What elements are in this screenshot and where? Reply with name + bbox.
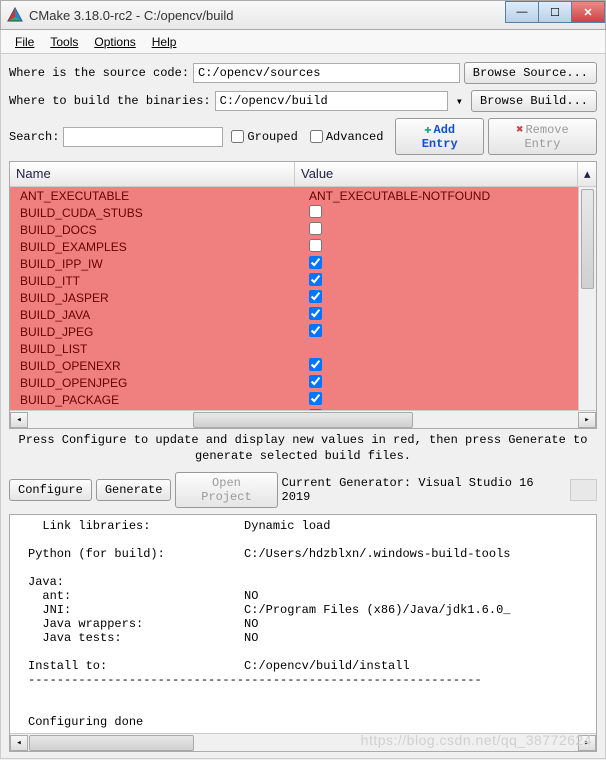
add-entry-button[interactable]: ✚Add Entry (395, 118, 483, 155)
menubar: File Tools Options Help (0, 30, 606, 54)
browse-source-button[interactable]: Browse Source... (464, 62, 597, 84)
menu-file[interactable]: File (7, 32, 42, 52)
log-text[interactable]: Link libraries: Dynamic load Python (for… (10, 515, 596, 733)
scroll-right-icon[interactable]: ▸ (578, 412, 596, 428)
plus-icon: ✚ (424, 123, 431, 137)
blank-button (570, 479, 597, 501)
cell-value[interactable] (295, 273, 578, 289)
cell-name: ANT_EXECUTABLE (10, 189, 295, 203)
scroll-up-icon[interactable]: ▴ (578, 162, 596, 186)
table-row[interactable]: BUILD_CUDA_STUBS (10, 204, 578, 221)
cell-name: BUILD_EXAMPLES (10, 240, 295, 254)
value-checkbox[interactable] (309, 358, 322, 371)
value-checkbox[interactable] (309, 239, 322, 252)
cell-value[interactable] (295, 222, 578, 238)
dropdown-icon[interactable]: ▾ (452, 94, 467, 109)
table-row[interactable]: BUILD_JPEG (10, 323, 578, 340)
open-project-button[interactable]: Open Project (175, 472, 277, 508)
cell-value[interactable] (295, 375, 578, 391)
cell-value[interactable] (295, 205, 578, 221)
browse-build-button[interactable]: Browse Build... (471, 90, 597, 112)
x-icon: ✖ (516, 123, 523, 137)
hint-text: Press Configure to update and display ne… (9, 433, 597, 464)
cmake-icon (7, 7, 23, 23)
build-input[interactable] (215, 91, 448, 111)
config-table: Name Value ▴ ANT_EXECUTABLEANT_EXECUTABL… (9, 161, 597, 429)
search-input[interactable] (63, 127, 223, 147)
watermark: https://blog.csdn.net/qq_38772624 (361, 732, 592, 748)
table-row[interactable]: BUILD_JASPER (10, 289, 578, 306)
configure-button[interactable]: Configure (9, 479, 92, 501)
cell-value[interactable] (295, 256, 578, 272)
cell-name: BUILD_OPENJPEG (10, 376, 295, 390)
build-label: Where to build the binaries: (9, 94, 211, 108)
cell-value[interactable] (295, 290, 578, 306)
menu-options[interactable]: Options (86, 32, 143, 52)
cell-name: BUILD_JAVA (10, 308, 295, 322)
table-row[interactable]: BUILD_ITT (10, 272, 578, 289)
cell-name: BUILD_ITT (10, 274, 295, 288)
advanced-checkbox[interactable]: Advanced (310, 130, 384, 144)
cell-value[interactable] (295, 307, 578, 323)
vertical-scrollbar[interactable] (578, 187, 596, 410)
titlebar: CMake 3.18.0-rc2 - C:/opencv/build — ☐ ✕ (0, 0, 606, 30)
cell-name: BUILD_LIST (10, 342, 295, 356)
cell-name: BUILD_CUDA_STUBS (10, 206, 295, 220)
maximize-button[interactable]: ☐ (538, 1, 572, 23)
scroll-left-icon[interactable]: ◂ (10, 412, 28, 428)
table-row[interactable]: BUILD_LIST (10, 340, 578, 357)
value-checkbox[interactable] (309, 307, 322, 320)
cell-name: BUILD_PACKAGE (10, 393, 295, 407)
scroll-left-icon[interactable]: ◂ (10, 735, 28, 751)
table-row[interactable]: BUILD_OPENEXR (10, 357, 578, 374)
table-row[interactable]: ANT_EXECUTABLEANT_EXECUTABLE-NOTFOUND (10, 187, 578, 204)
cell-value[interactable] (295, 392, 578, 408)
content: Where is the source code: Browse Source.… (0, 54, 606, 759)
table-row[interactable]: BUILD_PACKAGE (10, 391, 578, 408)
window-buttons: — ☐ ✕ (506, 1, 605, 23)
close-button[interactable]: ✕ (571, 1, 605, 23)
value-checkbox[interactable] (309, 324, 322, 337)
value-checkbox[interactable] (309, 273, 322, 286)
table-row[interactable]: BUILD_IPP_IW (10, 255, 578, 272)
grouped-checkbox[interactable]: Grouped (231, 130, 297, 144)
cell-name: BUILD_OPENEXR (10, 359, 295, 373)
column-value[interactable]: Value (295, 162, 578, 186)
menu-help[interactable]: Help (144, 32, 185, 52)
window-title: CMake 3.18.0-rc2 - C:/opencv/build (29, 8, 233, 23)
source-label: Where is the source code: (9, 66, 189, 80)
menu-tools[interactable]: Tools (42, 32, 86, 52)
value-checkbox[interactable] (309, 375, 322, 388)
value-checkbox[interactable] (309, 392, 322, 405)
table-row[interactable]: BUILD_DOCS (10, 221, 578, 238)
cell-name: BUILD_IPP_IW (10, 257, 295, 271)
table-body: ANT_EXECUTABLEANT_EXECUTABLE-NOTFOUNDBUI… (10, 187, 578, 410)
search-label: Search: (9, 130, 59, 144)
output-log: Link libraries: Dynamic load Python (for… (9, 514, 597, 752)
column-name[interactable]: Name (10, 162, 295, 186)
cell-name: BUILD_JASPER (10, 291, 295, 305)
cell-value[interactable]: ANT_EXECUTABLE-NOTFOUND (295, 189, 578, 203)
value-checkbox[interactable] (309, 256, 322, 269)
remove-entry-button[interactable]: ✖Remove Entry (488, 118, 597, 155)
generator-label: Current Generator: Visual Studio 16 2019 (282, 476, 562, 504)
value-checkbox[interactable] (309, 205, 322, 218)
source-input[interactable] (193, 63, 460, 83)
cell-name: BUILD_JPEG (10, 325, 295, 339)
cell-value[interactable] (295, 239, 578, 255)
horizontal-scrollbar[interactable]: ◂ ▸ (10, 410, 596, 428)
table-row[interactable]: BUILD_OPENJPEG (10, 374, 578, 391)
cell-name: BUILD_DOCS (10, 223, 295, 237)
generate-button[interactable]: Generate (96, 479, 172, 501)
table-row[interactable]: BUILD_JAVA (10, 306, 578, 323)
value-checkbox[interactable] (309, 222, 322, 235)
value-checkbox[interactable] (309, 290, 322, 303)
minimize-button[interactable]: — (505, 1, 539, 23)
cell-value[interactable] (295, 358, 578, 374)
table-row[interactable]: BUILD_EXAMPLES (10, 238, 578, 255)
cell-value[interactable] (295, 324, 578, 340)
